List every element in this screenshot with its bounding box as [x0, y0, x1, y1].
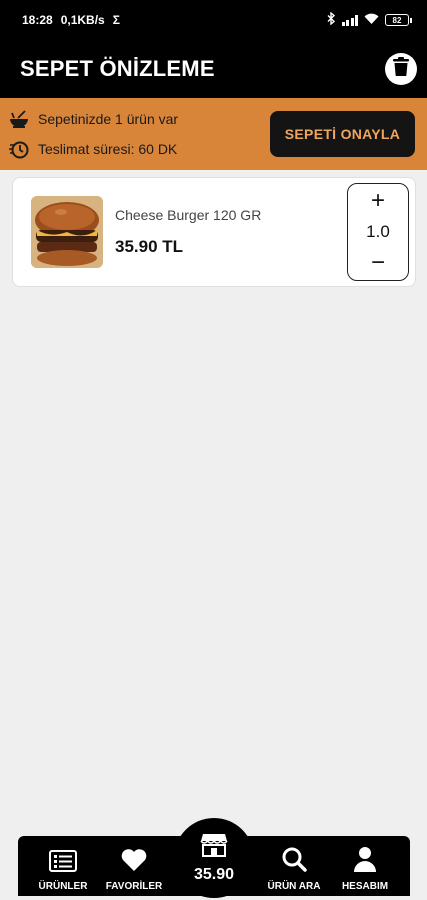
bowl-icon: [8, 108, 30, 130]
status-right: 82: [327, 11, 412, 28]
cart-total-button[interactable]: 35.90: [174, 818, 254, 898]
heart-icon: [120, 848, 148, 875]
product-image: [31, 196, 103, 268]
nav-item-favorites[interactable]: FAVORİLER: [103, 848, 165, 892]
status-left: 18:28 0,1KB/s Σ: [22, 13, 120, 27]
status-network-speed: 0,1KB/s: [60, 13, 105, 27]
status-sigma: Σ: [112, 13, 120, 27]
product-info: Cheese Burger 120 GR 35.90 TL: [115, 207, 347, 257]
app-header: SEPET ÖNİZLEME: [0, 40, 427, 98]
quantity-stepper: + 1.0 −: [347, 183, 409, 281]
status-bar: 18:28 0,1KB/s Σ 82: [0, 0, 427, 40]
bluetooth-icon: [327, 11, 336, 28]
page-title: SEPET ÖNİZLEME: [20, 56, 215, 81]
delivery-time-row: Teslimat süresi: 60 DK: [8, 138, 178, 160]
store-icon: [200, 833, 228, 862]
list-icon: [49, 850, 77, 875]
quantity-value: 1.0: [366, 222, 390, 241]
cart-info-bar: Sepetinizde 1 ürün var Teslimat süresi: …: [0, 98, 427, 170]
nav-label-account: HESABIM: [341, 881, 389, 892]
cart-total-amount: 35.90: [193, 865, 235, 883]
nav-item-products[interactable]: ÜRÜNLER: [32, 850, 94, 892]
cart-count-row: Sepetinizde 1 ürün var: [8, 108, 178, 130]
increase-quantity-button[interactable]: +: [371, 189, 385, 213]
nav-item-search[interactable]: ÜRÜN ARA: [263, 846, 325, 892]
timer-icon: [8, 138, 30, 160]
product-name: Cheese Burger 120 GR: [115, 207, 262, 223]
delivery-time-text: Teslimat süresi: 60 DK: [38, 141, 178, 157]
nav-label-products: ÜRÜNLER: [38, 881, 88, 892]
cart-count-text: Sepetinizde 1 ürün var: [38, 111, 179, 127]
nav-label-favorites: FAVORİLER: [105, 881, 163, 892]
signal-icon: [341, 14, 358, 26]
nav-item-account[interactable]: HESABIM: [334, 846, 396, 892]
trash-icon: [392, 56, 410, 82]
cart-info-lines: Sepetinizde 1 ürün var Teslimat süresi: …: [8, 108, 178, 160]
clear-cart-button[interactable]: [385, 53, 417, 85]
decrease-quantity-button[interactable]: −: [371, 251, 385, 275]
cart-item-card: Cheese Burger 120 GR 35.90 TL + 1.0 −: [12, 177, 416, 287]
status-time: 18:28: [22, 13, 53, 27]
search-icon: [281, 846, 307, 875]
battery-icon: 82: [385, 14, 412, 26]
user-icon: [353, 846, 377, 875]
wifi-icon: [364, 13, 379, 28]
battery-level: 82: [392, 15, 402, 25]
product-price: 35.90 TL: [115, 237, 184, 256]
confirm-cart-button[interactable]: SEPETİ ONAYLA: [270, 111, 415, 157]
nav-label-search: ÜRÜN ARA: [267, 881, 321, 892]
